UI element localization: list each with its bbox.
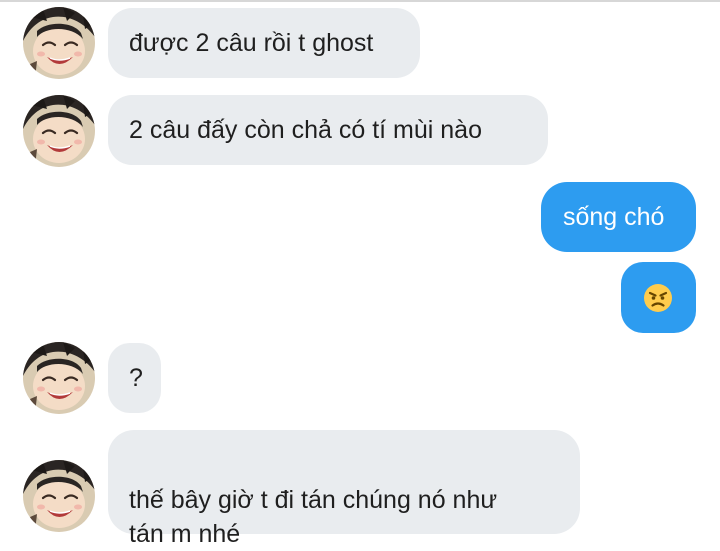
message-bubble-incoming[interactable]: ? — [108, 343, 161, 413]
contact-avatar[interactable] — [23, 460, 95, 532]
message-text: thế bây giờ t đi tán chúng nó như tán m … — [129, 486, 498, 548]
message-bubble-incoming[interactable]: 2 câu đấy còn chả có tí mùi nào — [108, 95, 548, 165]
contact-avatar[interactable] — [23, 342, 95, 414]
message-bubble-incoming[interactable]: thế bây giờ t đi tán chúng nó như tán m … — [108, 430, 580, 548]
message-bubble-outgoing[interactable] — [621, 262, 696, 333]
top-divider — [0, 0, 720, 2]
message-bubble-incoming[interactable]: được 2 câu rồi t ghost — [108, 8, 420, 78]
contact-avatar[interactable] — [23, 7, 95, 79]
message-text: 2 câu đấy còn chả có tí mùi nào — [129, 116, 482, 144]
message-text: ? — [129, 364, 143, 392]
message-text: được 2 câu rồi t ghost — [129, 29, 374, 57]
message-bubble-outgoing[interactable]: sống chó — [541, 182, 696, 252]
message-text: sống chó — [563, 203, 665, 231]
angry-face-icon — [644, 284, 672, 312]
contact-avatar[interactable] — [23, 95, 95, 167]
